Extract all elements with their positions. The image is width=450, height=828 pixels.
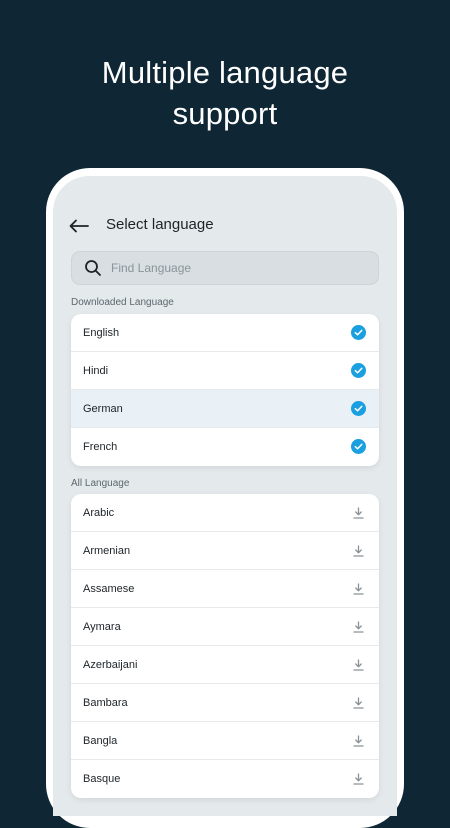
language-row-azerbaijani[interactable]: Azerbaijani	[71, 646, 379, 684]
headline-line-2: support	[172, 96, 278, 131]
language-label: German	[83, 402, 123, 415]
language-row-aymara[interactable]: Aymara	[71, 608, 379, 646]
language-label: Hindi	[83, 364, 109, 377]
downloaded-section-label: Downloaded Language	[71, 297, 174, 308]
language-row-bambara[interactable]: Bambara	[71, 684, 379, 722]
language-row-armenian[interactable]: Armenian	[71, 532, 379, 570]
page-title: Select language	[106, 216, 214, 233]
phone-screen: Select language Downloaded Language Engl…	[53, 176, 397, 816]
download-icon[interactable]	[351, 733, 365, 749]
download-icon[interactable]	[351, 505, 365, 521]
language-row-german[interactable]: German	[71, 390, 379, 428]
back-arrow-icon[interactable]	[67, 214, 91, 238]
language-row-arabic[interactable]: Arabic	[71, 494, 379, 532]
search-bar[interactable]	[71, 251, 379, 285]
language-label: Bambara	[83, 696, 128, 709]
search-icon	[83, 258, 103, 278]
language-label: English	[83, 326, 120, 339]
check-circle-icon	[351, 401, 366, 416]
language-row-assamese[interactable]: Assamese	[71, 570, 379, 608]
download-icon[interactable]	[351, 581, 365, 597]
language-row-french[interactable]: French	[71, 428, 379, 466]
download-icon[interactable]	[351, 657, 365, 673]
language-label: Armenian	[83, 544, 131, 557]
all-section-label: All Language	[71, 478, 130, 489]
download-icon[interactable]	[351, 619, 365, 635]
language-label: Azerbaijani	[83, 658, 138, 671]
language-label: French	[83, 441, 118, 453]
language-row-hindi[interactable]: Hindi	[71, 352, 379, 390]
headline-line-1: Multiple language	[101, 55, 349, 90]
language-row-english[interactable]: English	[71, 314, 379, 352]
search-input[interactable]	[111, 261, 361, 275]
download-icon[interactable]	[351, 771, 365, 787]
headline: Multiple language support	[0, 52, 450, 134]
check-circle-icon	[351, 363, 366, 378]
language-label: Assamese	[83, 582, 135, 595]
downloaded-language-list: English Hindi German French	[71, 314, 379, 466]
language-label: Aymara	[83, 620, 121, 633]
download-icon[interactable]	[351, 695, 365, 711]
language-label: Arabic	[83, 506, 115, 519]
all-language-list: Arabic Armenian Assamese Aymara Azerbaijani B…	[71, 494, 379, 798]
check-circle-icon	[351, 325, 366, 340]
language-label: Basque	[83, 773, 121, 785]
language-row-basque[interactable]: Basque	[71, 760, 379, 798]
check-circle-icon	[351, 439, 366, 454]
download-icon[interactable]	[351, 543, 365, 559]
language-row-bangla[interactable]: Bangla	[71, 722, 379, 760]
language-label: Bangla	[83, 734, 118, 747]
